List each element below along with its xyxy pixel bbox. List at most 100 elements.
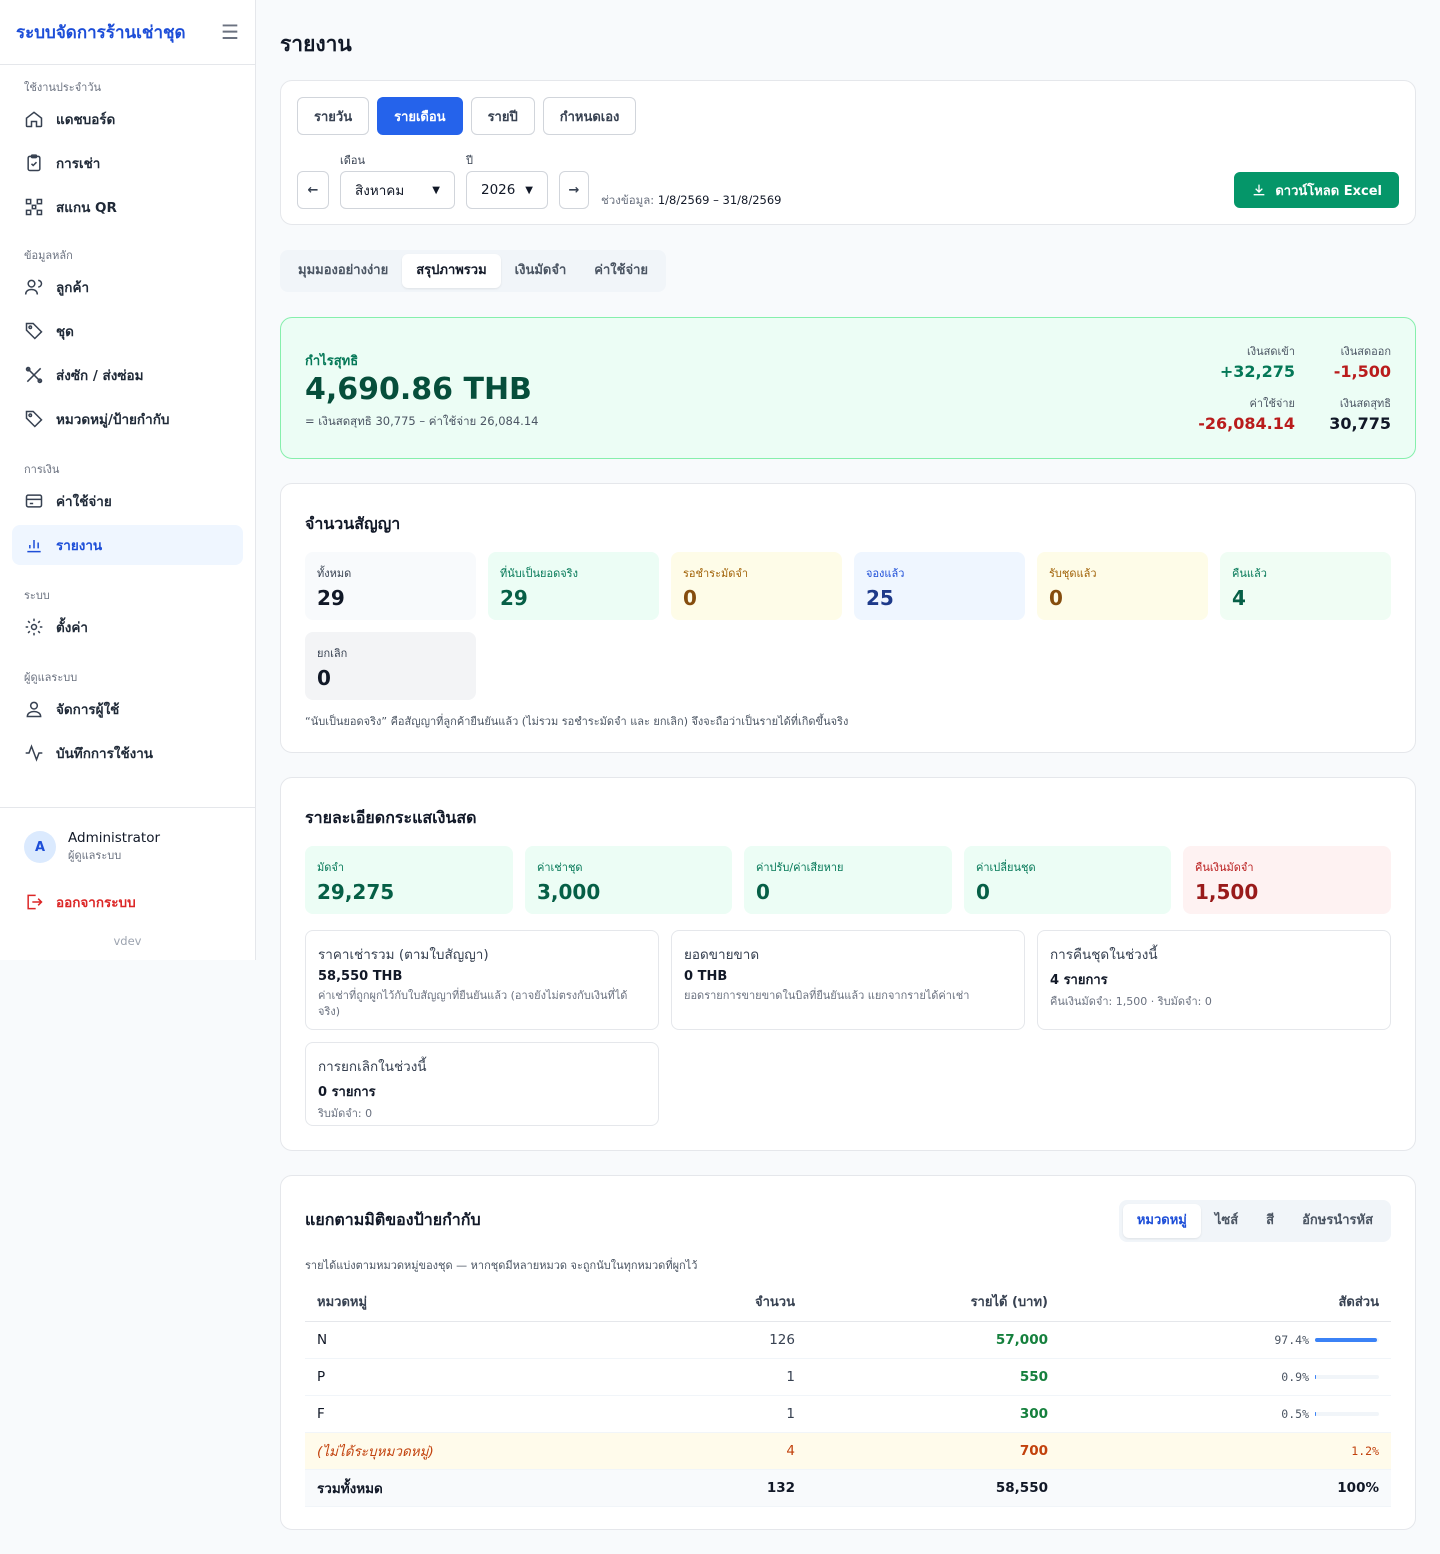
- period-daily-button[interactable]: รายวัน: [297, 97, 370, 135]
- sidebar-item-label: ตั้งค่า: [56, 620, 88, 636]
- version-label: vdev: [113, 934, 142, 948]
- info-title: การยกเลิกในช่วงนี้: [318, 1059, 427, 1075]
- table-row: P 1 550 0.9%: [305, 1358, 1391, 1396]
- cell-revenue: 58,550: [807, 1469, 1060, 1507]
- table-row: F 1 300 0.5%: [305, 1395, 1391, 1433]
- period-custom-button[interactable]: กำหนดเอง: [542, 97, 637, 135]
- stat-label: รับชุดแล้ว: [1049, 567, 1097, 580]
- sidebar-item-label: แดชบอร์ด: [56, 112, 116, 128]
- tab-expenses[interactable]: ค่าใช้จ่าย: [580, 254, 662, 288]
- dimension-table: หมวดหมู่ จำนวน รายได้ (บาท) สัดส่วน N 12…: [305, 1283, 1391, 1507]
- stat-label: คืนเงินมัดจำ: [1195, 861, 1254, 874]
- year-select-value: 2026: [481, 182, 516, 198]
- sidebar-item-activity-log[interactable]: บันทึกการใช้งาน: [12, 733, 243, 773]
- sidebar-item-laundry-repair[interactable]: ส่งซัก / ส่งซ่อม: [12, 355, 243, 395]
- sidebar-item-reports[interactable]: รายงาน: [12, 525, 243, 565]
- net-cash-value: 30,775: [1329, 414, 1391, 433]
- date-range: ช่วงข้อมูล: 1/8/2569 – 31/8/2569: [601, 192, 782, 210]
- stat-value: 3,000: [537, 880, 601, 904]
- expense-value: -26,084.14: [1198, 414, 1295, 433]
- cell-revenue: 700: [807, 1432, 1060, 1470]
- net-profit-label: กำไรสุทธิ: [305, 354, 359, 369]
- sidebar-item-label: ค่าใช้จ่าย: [56, 494, 112, 510]
- stat-returned: คืนแล้ว 4: [1220, 552, 1391, 620]
- sidebar-item-customers[interactable]: ลูกค้า: [12, 267, 243, 307]
- chart-icon: [27, 540, 41, 553]
- stat-value: 0: [756, 880, 770, 904]
- table-row-unassigned: (ไม่ได้ระบุหมวดหมู่) 4 700 1.2%: [305, 1432, 1391, 1470]
- stat-value: 0: [683, 586, 697, 610]
- month-select-value: สิงหาคม: [355, 183, 405, 199]
- sidebar-item-manage-users[interactable]: จัดการผู้ใช้: [12, 689, 243, 729]
- next-month-button[interactable]: →: [559, 171, 589, 209]
- period-tabs: รายวัน รายเดือน รายปี กำหนดเอง: [297, 97, 637, 135]
- net-profit-card: กำไรสุทธิ 4,690.86 THB = เงินสดสุทธิ 30,…: [280, 317, 1416, 459]
- year-select[interactable]: 2026 ▼: [466, 171, 548, 209]
- stat-value: 1,500: [1195, 880, 1259, 904]
- stat-label: จองแล้ว: [866, 567, 905, 580]
- sidebar-item-settings[interactable]: ตั้งค่า: [12, 607, 243, 647]
- stat-value: 0: [1049, 586, 1063, 610]
- info-title: ราคาเช่ารวม (ตามใบสัญญา): [318, 947, 489, 963]
- info-desc: ริบมัดจำ: 0: [318, 1107, 373, 1120]
- user-role: ผู้ดูแลระบบ: [68, 849, 122, 862]
- share-bar: [1315, 1411, 1379, 1416]
- activity-icon: [25, 744, 43, 762]
- sidebar-item-dashboard[interactable]: แดชบอร์ด: [12, 99, 243, 139]
- stat-label: คืนแล้ว: [1232, 567, 1267, 580]
- date-range-label: ช่วงข้อมูล:: [601, 193, 655, 207]
- cash-stat-penalty: ค่าปรับ/ค่าเสียหาย 0: [744, 846, 952, 914]
- month-select[interactable]: สิงหาคม ▼: [340, 171, 455, 209]
- share-text: 0.5%: [1281, 1406, 1309, 1421]
- info-cancellations: การยกเลิกในช่วงนี้ 0 รายการ ริบมัดจำ: 0: [305, 1042, 659, 1126]
- sidebar-item-categories-tags[interactable]: หมวดหมู่/ป้ายกำกับ: [12, 399, 243, 439]
- share-text: 1.2%: [1351, 1443, 1379, 1458]
- sidebar-item-label: ลูกค้า: [56, 280, 90, 296]
- prev-month-button[interactable]: ←: [297, 171, 329, 209]
- share-bar: [1315, 1374, 1379, 1379]
- table-header-row: หมวดหมู่ จำนวน รายได้ (บาท) สัดส่วน: [305, 1283, 1391, 1322]
- cell-share: 97.4%: [1060, 1321, 1391, 1359]
- tab-simple-view[interactable]: มุมมองอย่างง่าย: [284, 254, 402, 288]
- cell-count: 4: [645, 1432, 807, 1470]
- tab-code-prefix[interactable]: อักษรนำรหัส: [1288, 1204, 1387, 1238]
- share-bar-fill: [1315, 1374, 1316, 1379]
- stat-label: ยกเลิก: [317, 647, 348, 660]
- stat-value: 0: [976, 880, 990, 904]
- logout-button[interactable]: ออกจากระบบ: [0, 882, 255, 922]
- tab-size[interactable]: ไซส์: [1201, 1204, 1252, 1238]
- period-yearly-button[interactable]: รายปี: [470, 97, 535, 135]
- tab-category[interactable]: หมวดหมู่: [1122, 1204, 1201, 1238]
- sidebar-item-outfits[interactable]: ชุด: [12, 311, 243, 351]
- menu-toggle-icon[interactable]: ☰: [221, 22, 239, 42]
- cell-count: 132: [645, 1469, 807, 1507]
- nav-section-label: ใช้งานประจำวัน: [24, 81, 102, 94]
- info-returns: การคืนชุดในช่วงนี้ 4 รายการ คืนเงินมัดจำ…: [1037, 930, 1391, 1030]
- stat-total: ทั้งหมด 29: [305, 552, 476, 620]
- column-header-count: จำนวน: [645, 1283, 807, 1322]
- stat-counted: ที่นับเป็นยอดจริง 29: [488, 552, 659, 620]
- tab-deposits[interactable]: เงินมัดจำ: [501, 254, 581, 288]
- sidebar-item-rentals[interactable]: การเช่า: [12, 143, 243, 183]
- tab-overview[interactable]: สรุปภาพรวม: [402, 254, 501, 288]
- download-icon: [1253, 184, 1265, 196]
- contracts-note: “นับเป็นยอดจริง” คือสัญญาที่ลูกค้ายืนยัน…: [305, 715, 849, 728]
- logout-label: ออกจากระบบ: [56, 895, 136, 911]
- column-header-share: สัดส่วน: [1060, 1283, 1391, 1322]
- table-row: N 126 57,000 97.4%: [305, 1321, 1391, 1359]
- sidebar-item-label: จัดการผู้ใช้: [56, 702, 120, 718]
- tab-color[interactable]: สี: [1252, 1204, 1288, 1238]
- sidebar-item-expenses[interactable]: ค่าใช้จ่าย: [12, 481, 243, 521]
- period-monthly-button[interactable]: รายเดือน: [377, 97, 463, 135]
- cashflow-title: รายละเอียดกระแสเงินสด: [305, 808, 477, 827]
- stat-label: ค่าปรับ/ค่าเสียหาย: [756, 861, 844, 874]
- users-icon: [24, 279, 43, 295]
- stat-value: 29: [500, 586, 528, 610]
- cash-out-label: เงินสดออก: [1340, 345, 1391, 358]
- stat-awaiting-deposit: รอชำระมัดจำ 0: [671, 552, 842, 620]
- download-excel-button[interactable]: ดาวน์โหลด Excel: [1234, 172, 1399, 208]
- brand-title: ระบบจัดการร้านเช่าชุด: [16, 22, 186, 43]
- sidebar-item-scan-qr[interactable]: สแกน QR: [12, 187, 243, 227]
- stat-label: รอชำระมัดจำ: [683, 567, 748, 580]
- stat-value: 29: [317, 586, 345, 610]
